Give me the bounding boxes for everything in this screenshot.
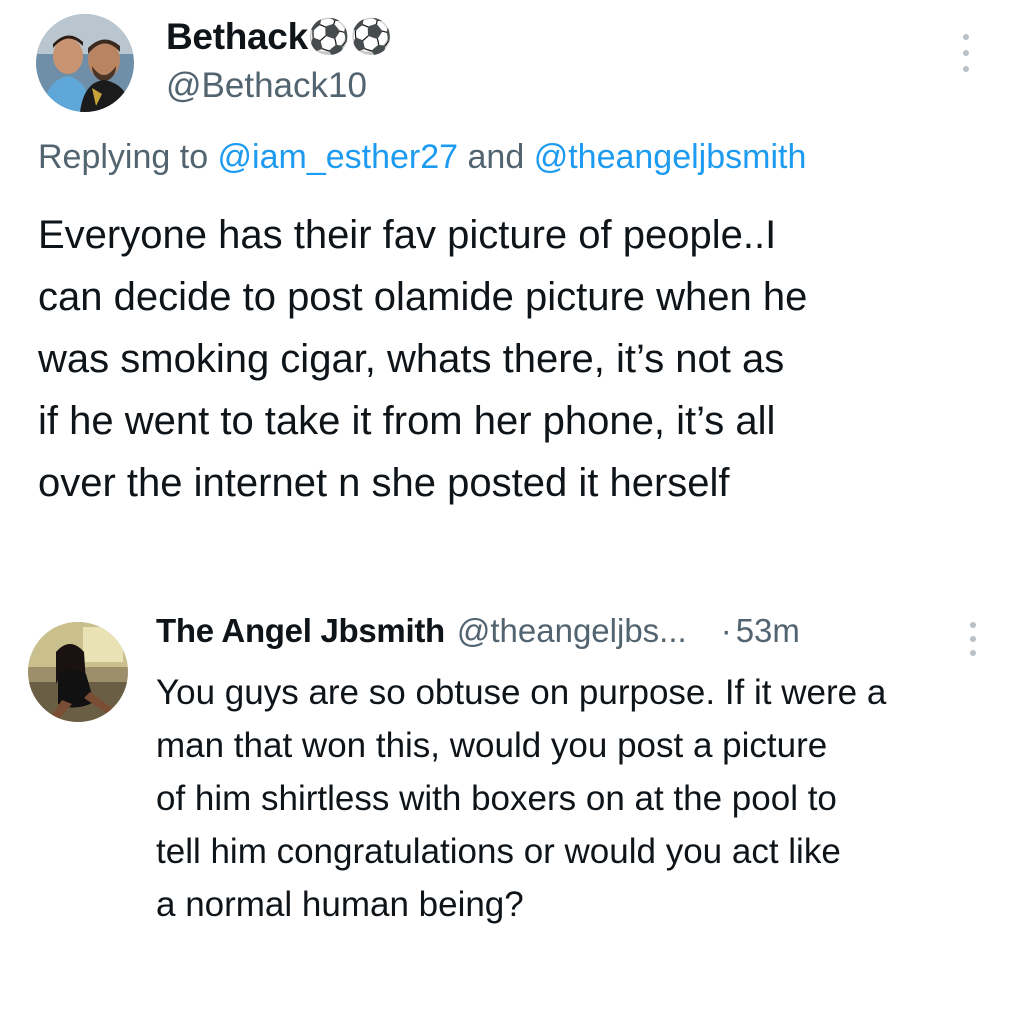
author-handle[interactable]: @Bethack10	[166, 66, 367, 106]
tweet-body-text: Everyone has their fav picture of people…	[38, 213, 808, 505]
avatar-image	[36, 14, 134, 112]
author-avatar[interactable]	[36, 14, 134, 112]
mention-link-theangeljbsmith[interactable]: @theangeljbsmith	[534, 138, 807, 176]
reply-author-handle[interactable]: @theangeljbs...	[457, 612, 687, 650]
reply-author-avatar[interactable]	[28, 622, 128, 722]
more-dot	[970, 622, 976, 628]
replying-to-line: Replying to @iam_esther27 and @theangelj…	[38, 138, 806, 177]
avatar-image	[28, 622, 128, 722]
reply-author-display-name[interactable]: The Angel Jbsmith	[156, 612, 445, 650]
author-name-row[interactable]: Bethack ⚽⚽	[166, 14, 393, 60]
more-dot	[970, 650, 976, 656]
replying-to-label: Replying to	[38, 138, 218, 176]
soccer-ball-icon: ⚽⚽	[307, 17, 393, 57]
more-dot	[963, 66, 969, 72]
more-dot	[963, 34, 969, 40]
more-dot	[963, 50, 969, 56]
reply-header: The Angel Jbsmith @theangeljbs... · 53m	[156, 612, 800, 662]
replying-to-conjunction: and	[458, 138, 534, 176]
more-vertical-icon[interactable]	[966, 622, 980, 656]
reply-body-text: You guys are so obtuse on purpose. If it…	[156, 673, 887, 924]
mention-link-iam-esther27[interactable]: @iam_esther27	[218, 138, 459, 176]
header-separator: ·	[720, 612, 732, 649]
more-vertical-icon[interactable]	[958, 34, 974, 72]
author-display-name[interactable]: Bethack	[166, 16, 308, 58]
reply-timestamp[interactable]: 53m	[736, 612, 800, 650]
more-dot	[970, 636, 976, 642]
